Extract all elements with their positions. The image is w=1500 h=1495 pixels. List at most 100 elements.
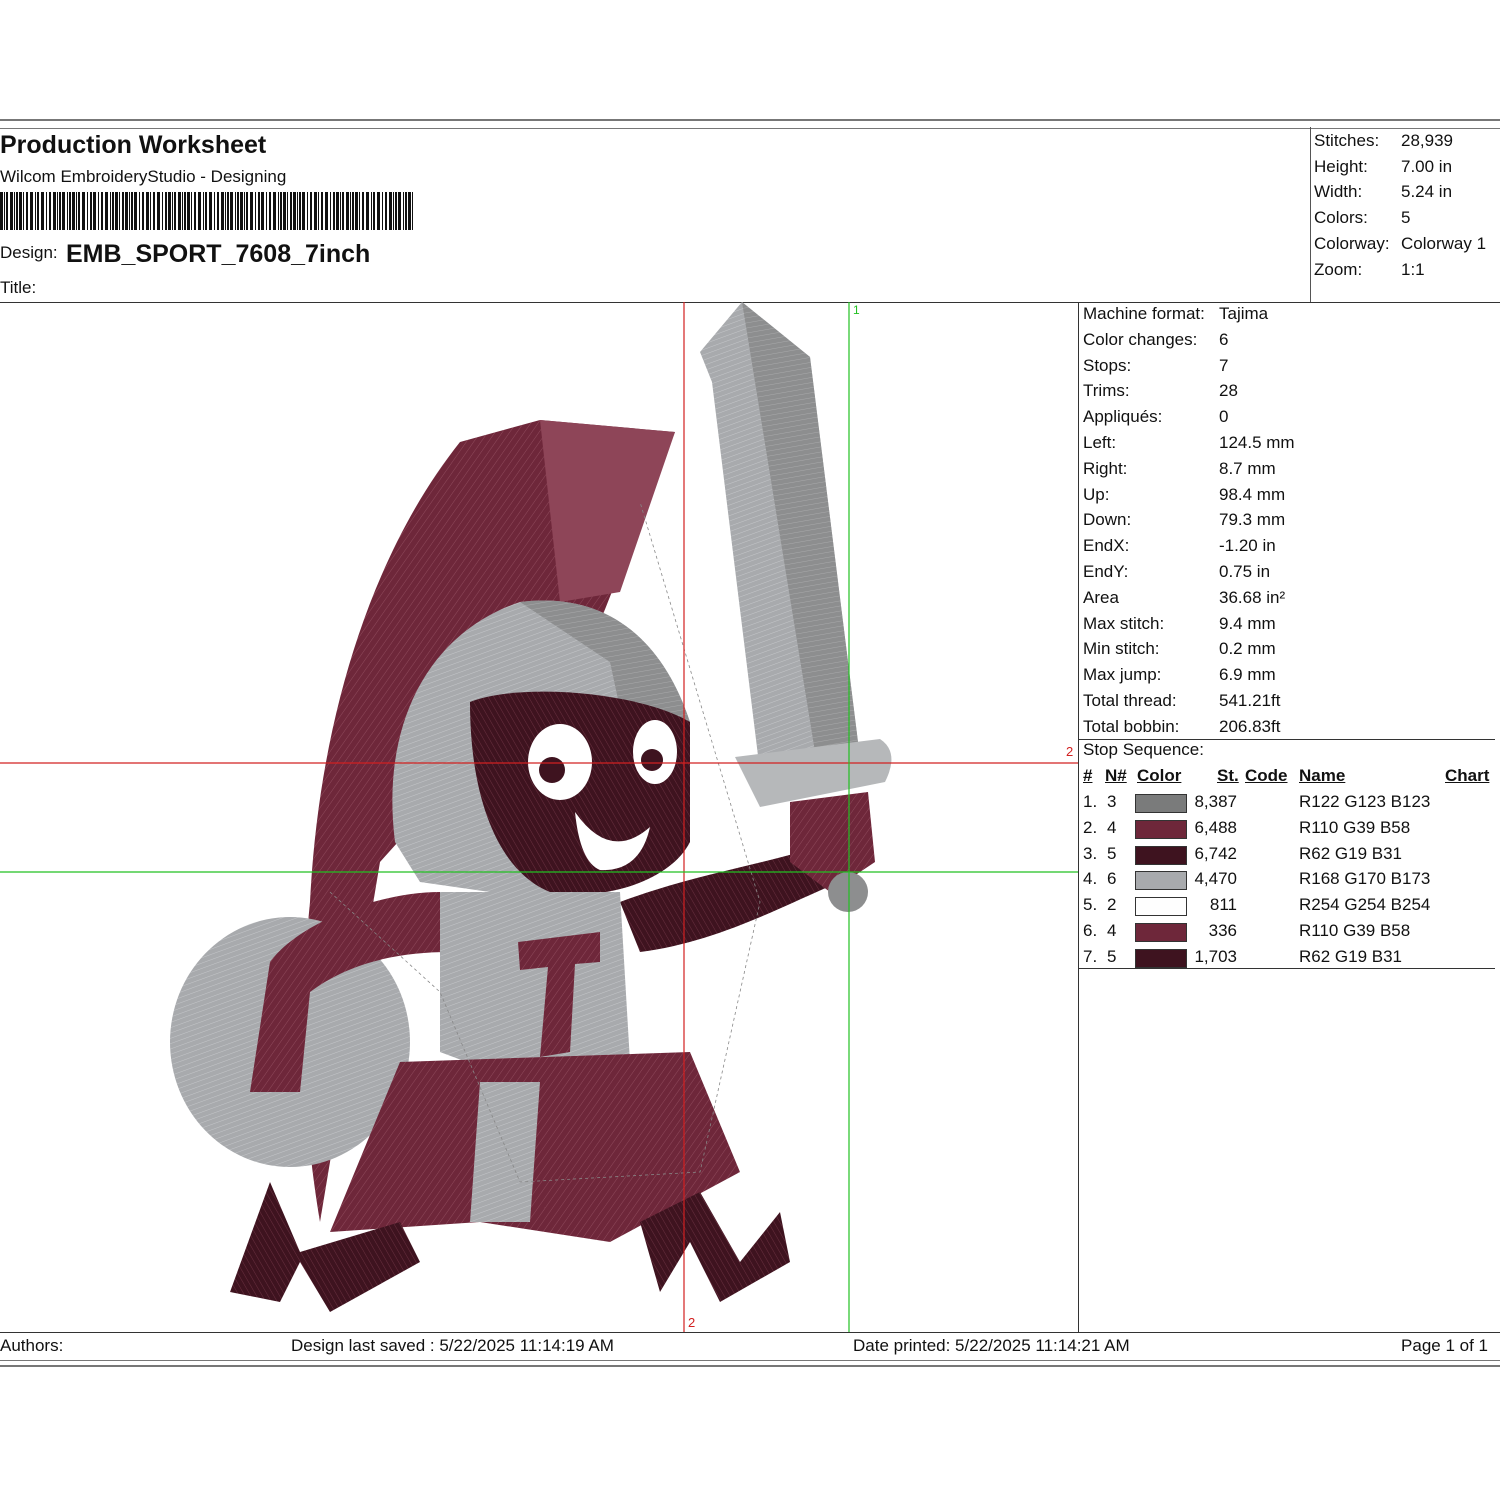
stop-stitches: 1,703 <box>1194 946 1237 966</box>
barcode-bar <box>287 192 288 230</box>
title-label: Title: <box>0 278 37 297</box>
barcode-bar <box>172 192 173 230</box>
barcode-bar <box>209 192 212 230</box>
summary-value: 7.00 in <box>1401 157 1453 176</box>
barcode-bar <box>310 192 312 230</box>
barcode-bar <box>293 192 296 230</box>
machine-info-value: -1.20 in <box>1219 536 1276 556</box>
bottom-rule-inner <box>0 1360 1500 1361</box>
machine-info-value: 6.9 mm <box>1219 665 1276 685</box>
stop-num: 4. <box>1083 869 1098 889</box>
barcode-bar <box>205 192 207 230</box>
stop-stitches: 811 <box>1209 895 1237 915</box>
machine-info-value: 6 <box>1219 329 1229 349</box>
barcode-bar <box>165 192 167 230</box>
barcode-bar <box>194 192 196 230</box>
barcode-bar <box>0 192 3 230</box>
design-name: EMB_SPORT_7608_7inch <box>66 240 371 268</box>
barcode-bar <box>146 192 149 230</box>
barcode-bar <box>393 192 394 230</box>
left-pupil <box>539 757 565 783</box>
stop-num: 7. <box>1083 946 1098 966</box>
barcode-bar <box>105 192 108 230</box>
col-num: # <box>1083 766 1093 785</box>
machine-info-value: 79.3 mm <box>1219 510 1286 530</box>
col-code: Code <box>1245 766 1288 785</box>
barcode-bar <box>246 192 248 230</box>
barcode-bar <box>330 192 331 230</box>
barcode-bar <box>49 192 51 230</box>
summary-label: Colors: <box>1314 208 1368 227</box>
barcode-bar <box>87 192 88 230</box>
barcode-bar <box>297 192 298 230</box>
barcode-bar <box>139 192 140 230</box>
barcode-bar <box>14 192 15 230</box>
bottom-rule <box>0 1365 1500 1367</box>
stop-sequence-row: 2. 4 6,488 R110 G39 B58 <box>1079 818 1499 844</box>
skirt-panel <box>470 1082 540 1222</box>
summary-value: 5.24 in <box>1401 182 1453 201</box>
barcode-bar <box>350 192 351 230</box>
barcode-bar <box>182 192 183 230</box>
stop-num: 5. <box>1083 895 1098 915</box>
barcode-bar <box>255 192 256 230</box>
stop-color-name: R122 G123 B123 <box>1299 792 1431 811</box>
machine-info-label: Total bobbin: <box>1083 716 1180 736</box>
barcode-bar <box>321 192 323 230</box>
barcode-bar <box>278 192 279 230</box>
barcode-bar <box>333 192 335 230</box>
barcode-bar <box>266 192 267 230</box>
red-guide-label-right: 2 <box>1066 744 1073 759</box>
barcode-bar <box>69 192 71 230</box>
barcode-bar <box>346 192 349 230</box>
barcode-bar <box>237 192 239 230</box>
color-swatch <box>1135 845 1187 865</box>
barcode-bar <box>352 192 354 230</box>
stop-color-name: R62 G19 B31 <box>1299 843 1403 863</box>
barcode-bar <box>41 192 44 230</box>
machine-info-value: 0 <box>1219 407 1229 427</box>
barcode-bar <box>53 192 56 230</box>
barcode-bar <box>35 192 36 230</box>
barcode-bar <box>26 192 28 230</box>
machine-info-label: Stops: <box>1083 355 1132 375</box>
machine-info-value: Tajima <box>1219 304 1269 323</box>
stop-color-name: R254 G254 B254 <box>1299 895 1431 915</box>
machine-info-value: 124.5 mm <box>1219 433 1295 452</box>
barcode-bar <box>221 192 224 230</box>
summary-label: Width: <box>1314 182 1363 201</box>
barcode-bar <box>4 192 5 230</box>
stop-needle: 4 <box>1107 817 1117 837</box>
production-worksheet: Production Worksheet Wilcom EmbroiderySt… <box>0 119 1500 1367</box>
barcode-bar <box>30 192 33 230</box>
red-guide-label-bottom: 2 <box>688 1315 695 1330</box>
barcode-bar <box>110 192 111 230</box>
barcode-bar <box>283 192 286 230</box>
barcode-bar <box>273 192 276 230</box>
stop-sequence-divider <box>1079 739 1495 740</box>
machine-info-value: 8.7 mm <box>1219 458 1276 478</box>
barcode-bar <box>157 192 160 230</box>
barcode-bar <box>359 192 360 230</box>
barcode-bar <box>299 192 301 230</box>
barcode-bar <box>395 192 397 230</box>
barcode-bar <box>203 192 204 230</box>
machine-info-label: Min stitch: <box>1083 639 1160 659</box>
summary-label: Height: <box>1314 157 1368 176</box>
stop-sequence-row: 5. 2 811 R254 G254 B254 <box>1079 895 1499 921</box>
barcode-bar <box>408 192 411 230</box>
stop-needle: 5 <box>1107 946 1117 966</box>
barcode-bar <box>10 192 13 230</box>
barcode-bar <box>90 192 92 230</box>
footer: Authors: Design last saved : 5/22/2025 1… <box>0 1332 1500 1362</box>
barcode-bar <box>389 192 392 230</box>
stop-stitches: 336 <box>1208 921 1237 940</box>
machine-info-label: Down: <box>1083 510 1132 530</box>
barcode-bar <box>240 192 243 230</box>
machine-info-label: Area <box>1083 587 1119 607</box>
barcode-bar <box>142 192 144 230</box>
stop-stitches: 6,488 <box>1194 817 1237 837</box>
summary-value: 1:1 <box>1401 260 1425 279</box>
barcode-bar <box>119 192 120 230</box>
barcode-bar <box>250 192 253 230</box>
